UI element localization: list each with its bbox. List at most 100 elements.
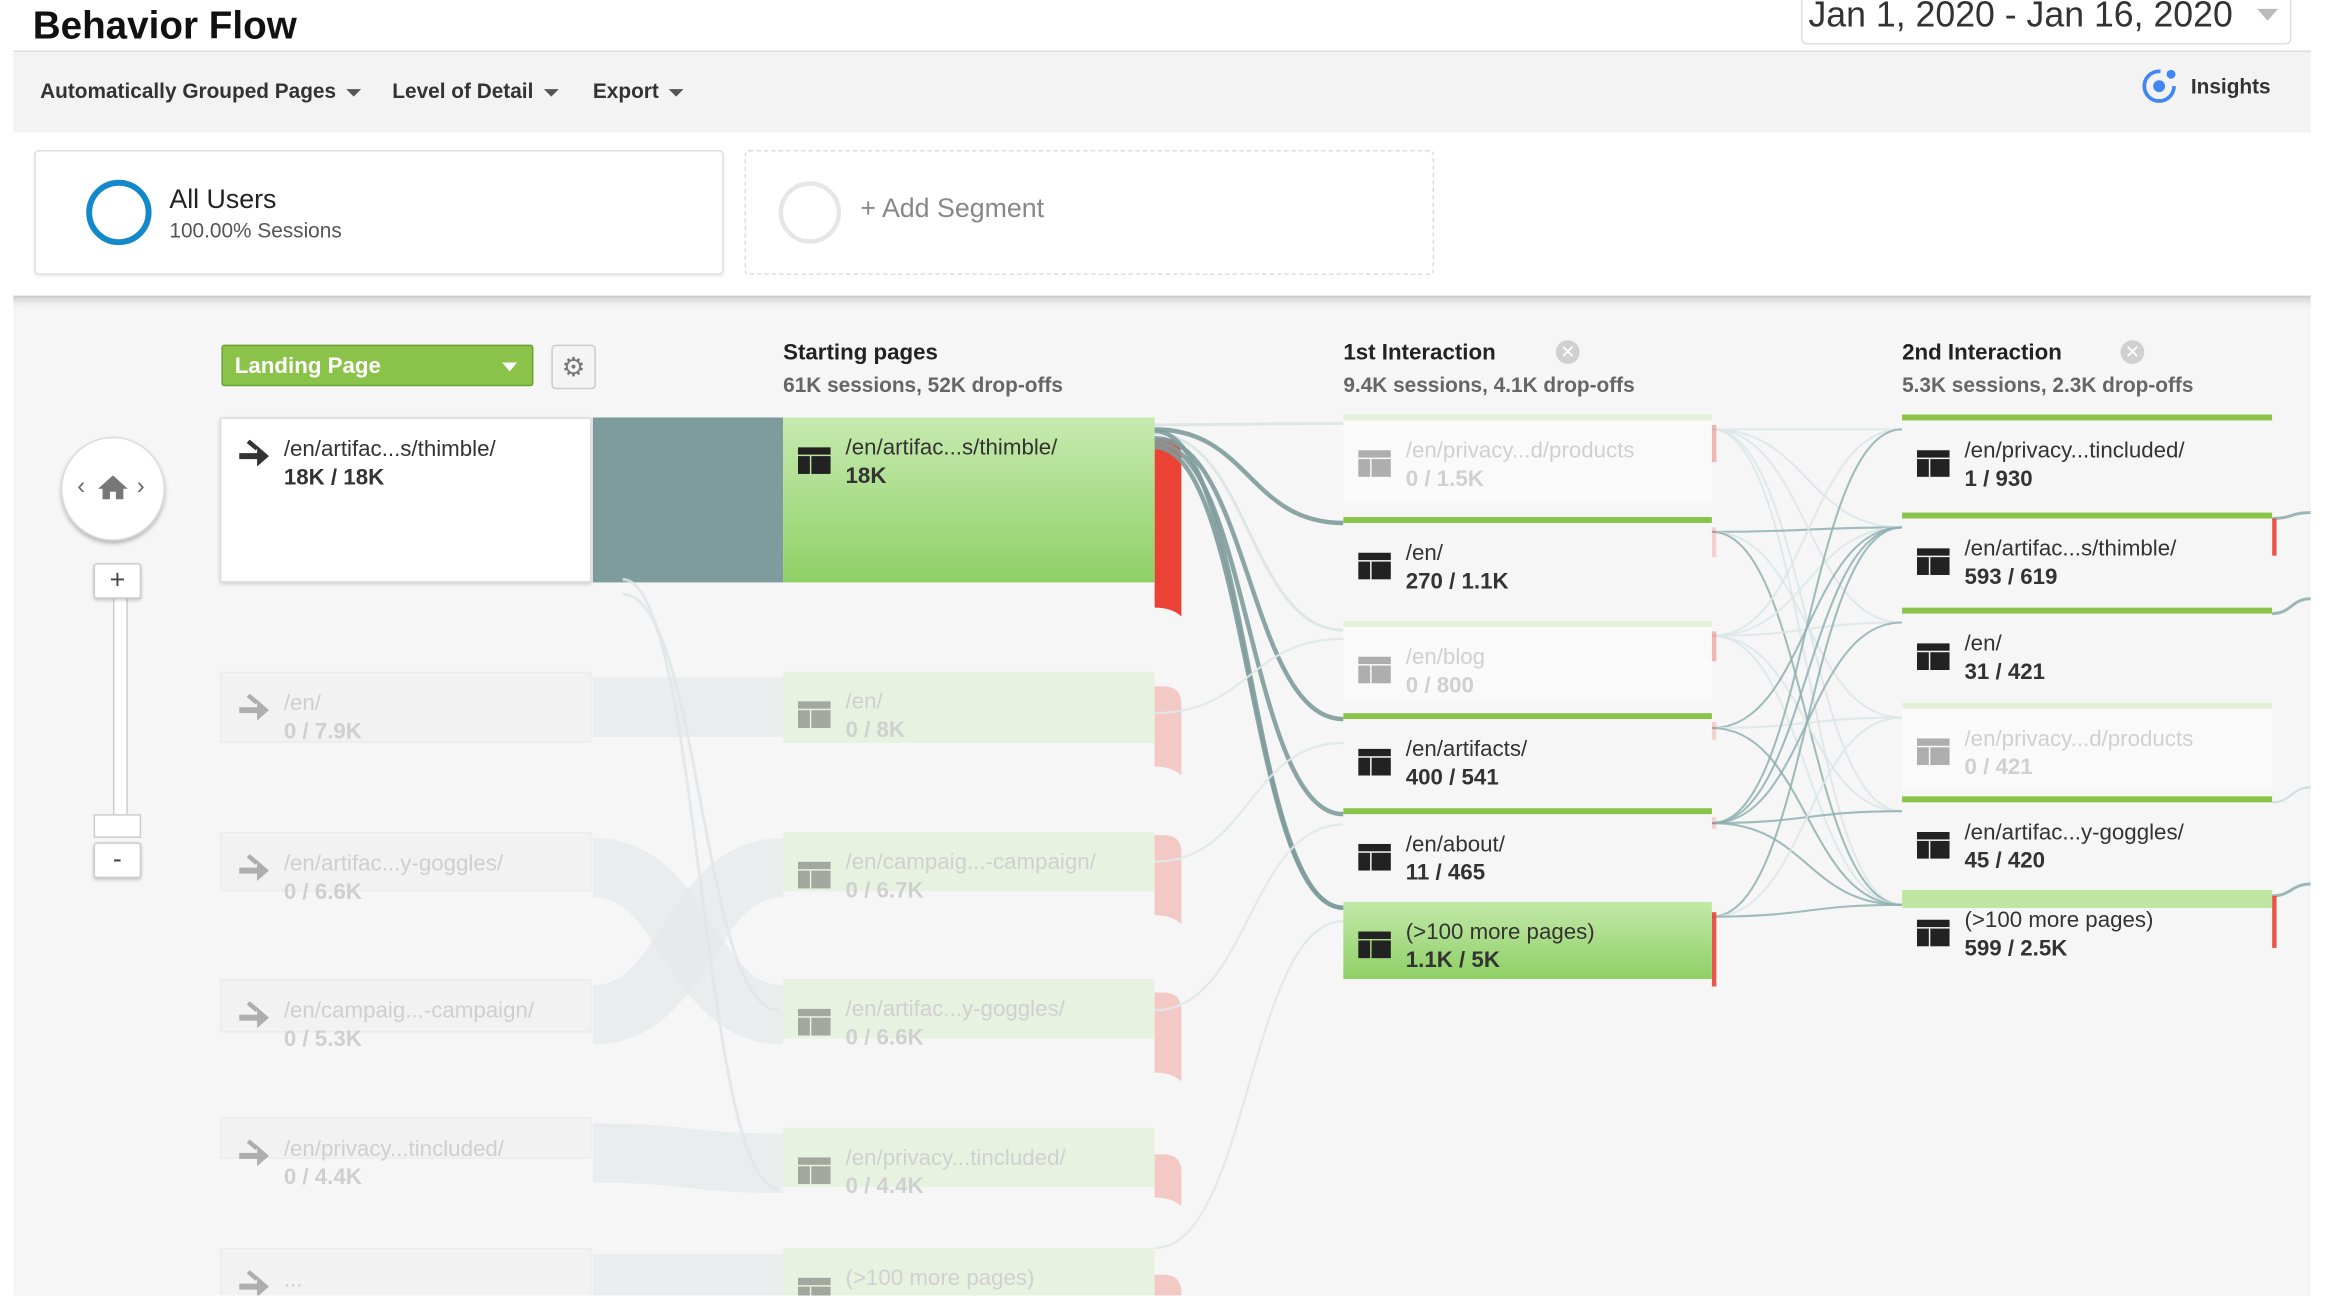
node-value: 0 / 4.4K xyxy=(845,1173,924,1199)
landing-node[interactable]: /en/privacy...tincluded/0 / 4.4K xyxy=(219,1117,592,1190)
export-menu[interactable]: Export xyxy=(593,79,685,103)
flow-link xyxy=(2272,511,2311,520)
node-value: 0 / 6.7K xyxy=(845,878,924,904)
flow-canvas[interactable]: Landing Page ⚙ Starting pages 61K sessio… xyxy=(13,295,2311,1296)
segment-sessions: 100.00% Sessions xyxy=(169,218,342,243)
close-icon[interactable]: ✕ xyxy=(1555,340,1580,364)
flow-link xyxy=(1711,428,1903,624)
starting-node[interactable]: /en/artifac...s/thimble/18K xyxy=(783,417,1155,583)
column-title-first: 1st Interaction xyxy=(1343,340,1496,366)
page-icon xyxy=(1358,931,1391,959)
node-value: 270 / 1.1K xyxy=(1405,569,1509,595)
first-interaction-node[interactable]: /en/blog 0 / 800 xyxy=(1343,621,1712,702)
node-value: 1 / 930 xyxy=(1964,466,2033,492)
segment-ring-icon xyxy=(86,179,152,246)
caret-down-icon xyxy=(502,362,518,372)
pan-navigator[interactable]: ‹ › xyxy=(60,436,165,541)
chevron-right-icon[interactable]: › xyxy=(137,474,145,501)
starting-node[interactable]: /en/artifac...y-goggles/0 / 6.6K xyxy=(783,979,1155,1050)
second-interaction-node[interactable]: /en/artifac...y-goggles/45 / 420 xyxy=(1902,796,2273,883)
landing-node[interactable]: /en/0 / 7.9K xyxy=(219,671,592,744)
dropoff-bar xyxy=(2272,518,2277,556)
page-icon xyxy=(1358,748,1391,776)
node-label: /en/artifacts/ xyxy=(1405,736,1528,763)
starting-node[interactable]: (>100 more pages) xyxy=(783,1247,1155,1296)
empty-segment-icon xyxy=(778,181,842,244)
first-interaction-node[interactable]: (>100 more pages) 1.1K / 5K xyxy=(1343,901,1712,980)
add-segment-label: + Add Segment xyxy=(860,193,1045,223)
dropoff-bar xyxy=(1711,912,1717,987)
entrance-arrow-icon xyxy=(239,693,269,721)
gear-icon[interactable]: ⚙ xyxy=(551,344,596,390)
dimension-select[interactable]: Landing Page xyxy=(221,344,534,387)
close-icon[interactable]: ✕ xyxy=(2120,340,2145,364)
page-icon xyxy=(797,1008,831,1036)
date-range-label: Jan 1, 2020 - Jan 16, 2020 xyxy=(1808,0,2233,36)
first-interaction-node[interactable]: /en/privacy...d/products 0 / 1.5K xyxy=(1343,414,1712,504)
dropoff-bar xyxy=(2272,895,2277,948)
node-value: 0 / 4.4K xyxy=(283,1164,362,1191)
segment-all-users[interactable]: All Users 100.00% Sessions xyxy=(34,150,724,275)
node-label: /en/artifac...s/thimble/ xyxy=(1964,536,2177,562)
insights-button[interactable]: Insights xyxy=(2140,67,2271,106)
node-value: 0 / 1.5K xyxy=(1405,466,1484,492)
first-interaction-node[interactable]: /en/artifacts/400 / 541 xyxy=(1343,713,1712,794)
dropoff-bar xyxy=(1154,438,1182,617)
node-value: 400 / 541 xyxy=(1405,765,1499,791)
node-label: /en/campaig...-campaign/ xyxy=(283,998,535,1024)
second-interaction-node[interactable]: /en/31 / 421 xyxy=(1902,607,2273,694)
zoom-in-button[interactable]: + xyxy=(93,563,142,599)
zoom-track[interactable] xyxy=(112,594,128,827)
zoom-handle[interactable] xyxy=(93,814,142,838)
starting-node[interactable]: /en/0 / 8K xyxy=(783,671,1155,743)
flow-link xyxy=(1154,440,1344,817)
page-icon xyxy=(797,1157,831,1185)
starting-node[interactable]: /en/privacy...tincluded/0 / 4.4K xyxy=(783,1127,1155,1199)
dropoff-bar xyxy=(1711,817,1717,830)
column-sub-second: 5.3K sessions, 2.3K drop-offs xyxy=(1902,372,2194,397)
second-interaction-node[interactable]: /en/privacy...tincluded/1 / 930 xyxy=(1902,414,2273,501)
grouped-pages-menu[interactable]: Automatically Grouped Pages xyxy=(40,78,362,103)
toolbar: Automatically Grouped Pages Level of Det… xyxy=(13,50,2311,134)
dropoff-bar xyxy=(1711,722,1717,740)
node-label: /en/privacy...tincluded/ xyxy=(845,1145,1066,1171)
second-interaction-node[interactable]: /en/privacy...d/products 0 / 421 xyxy=(1902,702,2273,789)
node-label: /en/ xyxy=(845,689,883,715)
page-icon xyxy=(1916,643,1950,671)
home-icon[interactable] xyxy=(97,474,130,501)
page-icon xyxy=(797,447,831,474)
flow-link xyxy=(1711,526,1903,825)
grouped-pages-label: Automatically Grouped Pages xyxy=(40,78,337,103)
flow-link xyxy=(592,1123,784,1194)
second-interaction-node[interactable]: /en/artifac...s/thimble/593 / 619 xyxy=(1902,512,2273,599)
landing-node[interactable]: /en/campaig...-campaign/0 / 5.3K xyxy=(219,979,592,1052)
flow-anchor xyxy=(593,979,594,980)
page-icon xyxy=(797,701,831,728)
starting-node[interactable]: /en/campaig...-campaign/0 / 6.7K xyxy=(783,831,1155,903)
node-value: 31 / 421 xyxy=(1964,659,2046,685)
node-label: /en/ xyxy=(1405,540,1443,567)
insights-icon xyxy=(2142,69,2177,103)
entrance-arrow-icon xyxy=(239,1001,269,1029)
chevron-left-icon[interactable]: ‹ xyxy=(77,474,85,501)
level-of-detail-menu[interactable]: Level of Detail xyxy=(392,79,559,103)
page-icon xyxy=(1916,738,1950,766)
zoom-out-button[interactable]: - xyxy=(93,842,142,879)
node-label: ... xyxy=(283,1267,303,1293)
dropoff-bar xyxy=(1154,1154,1182,1207)
landing-node[interactable]: /en/artifac...y-goggles/0 / 6.6K xyxy=(219,831,592,905)
first-interaction-node[interactable]: /en/270 / 1.1K xyxy=(1343,517,1712,607)
flow-link xyxy=(1154,427,1344,526)
add-segment-button[interactable]: + Add Segment xyxy=(744,150,1434,275)
node-label: /en/privacy...tincluded/ xyxy=(283,1136,504,1162)
flow-link xyxy=(1711,428,1903,906)
dropoff-bar xyxy=(1154,1274,1182,1296)
landing-node[interactable]: ... xyxy=(219,1247,592,1296)
first-interaction-node[interactable]: /en/about/11 / 465 xyxy=(1343,808,1712,889)
node-label: /en/privacy...d/products xyxy=(1964,726,2194,752)
second-interaction-node[interactable]: (>100 more pages) 599 / 2.5K xyxy=(1902,889,2273,977)
date-range-picker[interactable]: Jan 1, 2020 - Jan 16, 2020 xyxy=(1801,0,2292,45)
entrance-arrow-icon xyxy=(239,1270,269,1296)
landing-node[interactable]: /en/artifac...s/thimble/18K / 18K xyxy=(219,417,592,583)
chevron-down-icon xyxy=(2257,8,2279,21)
